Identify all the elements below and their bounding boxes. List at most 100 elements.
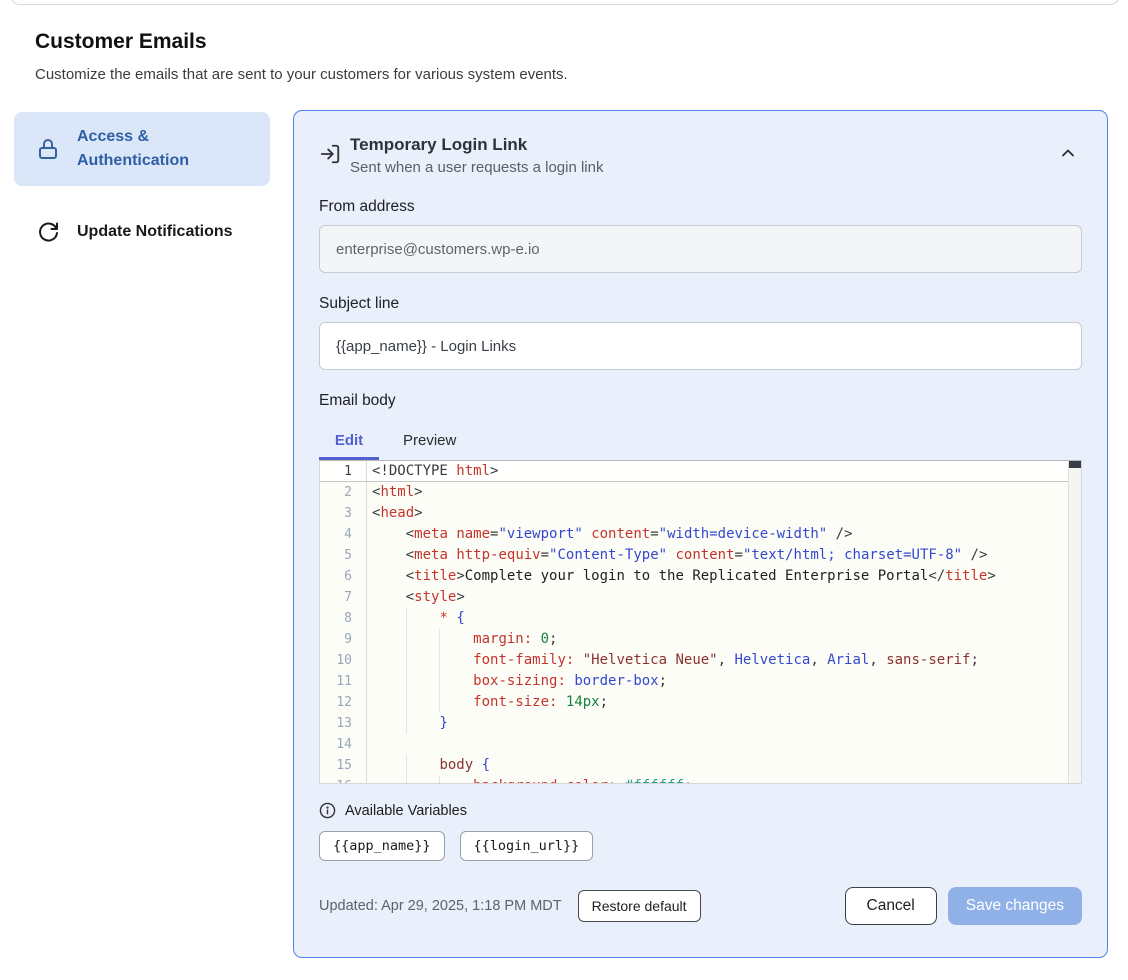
login-icon bbox=[319, 143, 341, 165]
code-line: 9 margin: 0; bbox=[320, 629, 1068, 650]
available-variables-label: Available Variables bbox=[345, 803, 467, 819]
page-title: Customer Emails bbox=[35, 30, 207, 54]
code-content: <meta http-equiv="Content-Type" content=… bbox=[367, 545, 1068, 566]
code-line: 5 <meta http-equiv="Content-Type" conten… bbox=[320, 545, 1068, 566]
card-subtitle: Sent when a user requests a login link bbox=[350, 159, 603, 176]
sidebar-item-access-authentication[interactable]: Access & Authentication bbox=[14, 112, 270, 186]
code-content: <head> bbox=[367, 503, 1068, 524]
code-content: <!DOCTYPE html> bbox=[367, 461, 1068, 481]
line-number: 16 bbox=[320, 776, 367, 784]
code-line: 2<html> bbox=[320, 482, 1068, 503]
line-number: 10 bbox=[320, 650, 367, 671]
save-changes-button[interactable]: Save changes bbox=[948, 887, 1082, 925]
line-number: 8 bbox=[320, 608, 367, 629]
code-content: body { bbox=[367, 755, 1068, 776]
code-content: font-size: 14px; bbox=[367, 692, 1068, 713]
editor-scrollbar[interactable] bbox=[1068, 461, 1081, 783]
code-line: 8 * { bbox=[320, 608, 1068, 629]
code-line: 16 background-color: #ffffff; bbox=[320, 776, 1068, 784]
available-variables-header: Available Variables bbox=[319, 802, 1082, 819]
temporary-login-link-card: Temporary Login Link Sent when a user re… bbox=[293, 110, 1108, 958]
code-line: 11 box-sizing: border-box; bbox=[320, 671, 1068, 692]
tab-edit[interactable]: Edit bbox=[319, 424, 379, 460]
card-header-text: Temporary Login Link Sent when a user re… bbox=[350, 135, 603, 176]
indent-guide bbox=[406, 713, 407, 734]
line-number: 14 bbox=[320, 734, 367, 755]
code-line: 1<!DOCTYPE html> bbox=[320, 461, 1068, 482]
code-line: 12 font-size: 14px; bbox=[320, 692, 1068, 713]
line-number: 3 bbox=[320, 503, 367, 524]
code-content: font-family: "Helvetica Neue", Helvetica… bbox=[367, 650, 1068, 671]
indent-guide bbox=[406, 776, 407, 784]
indent-guide bbox=[406, 671, 407, 692]
card-header: Temporary Login Link Sent when a user re… bbox=[319, 135, 1082, 176]
from-address-label: From address bbox=[319, 198, 1082, 216]
subject-line-input[interactable] bbox=[319, 322, 1082, 370]
code-content: box-sizing: border-box; bbox=[367, 671, 1068, 692]
scrollbar-thumb[interactable] bbox=[1069, 461, 1081, 468]
code-line: 15 body { bbox=[320, 755, 1068, 776]
line-number: 15 bbox=[320, 755, 367, 776]
line-number: 4 bbox=[320, 524, 367, 545]
sidebar-item-label: Update Notifications bbox=[77, 220, 233, 244]
code-content: <html> bbox=[367, 482, 1068, 503]
indent-guide bbox=[406, 755, 407, 776]
code-line: 13 } bbox=[320, 713, 1068, 734]
code-line: 4 <meta name="viewport" content="width=d… bbox=[320, 524, 1068, 545]
variable-chip-login-url[interactable]: {{login_url}} bbox=[460, 831, 594, 861]
variable-chips: {{app_name}} {{login_url}} bbox=[319, 831, 1082, 861]
lock-icon bbox=[36, 137, 60, 161]
line-number: 2 bbox=[320, 482, 367, 503]
code-content: <style> bbox=[367, 587, 1068, 608]
code-content bbox=[367, 734, 1068, 755]
from-address-input[interactable] bbox=[319, 225, 1082, 273]
indent-guide bbox=[439, 776, 440, 784]
chevron-up-icon bbox=[1058, 143, 1082, 163]
previous-card-bottom-edge bbox=[10, 0, 1120, 5]
indent-guide bbox=[439, 650, 440, 671]
indent-guide bbox=[439, 692, 440, 713]
indent-guide bbox=[406, 692, 407, 713]
line-number: 13 bbox=[320, 713, 367, 734]
line-number: 11 bbox=[320, 671, 367, 692]
code-content: <title>Complete your login to the Replic… bbox=[367, 566, 1068, 587]
code-line: 3<head> bbox=[320, 503, 1068, 524]
card-title: Temporary Login Link bbox=[350, 135, 603, 155]
code-line: 6 <title>Complete your login to the Repl… bbox=[320, 566, 1068, 587]
line-number: 7 bbox=[320, 587, 367, 608]
cancel-button[interactable]: Cancel bbox=[845, 887, 937, 925]
variable-chip-app-name[interactable]: {{app_name}} bbox=[319, 831, 445, 861]
updated-timestamp: Updated: Apr 29, 2025, 1:18 PM MDT bbox=[319, 898, 562, 914]
page-subtitle: Customize the emails that are sent to yo… bbox=[35, 66, 568, 83]
email-body-tabs: Edit Preview bbox=[319, 424, 1082, 460]
restore-default-button[interactable]: Restore default bbox=[578, 890, 701, 922]
code-content: <meta name="viewport" content="width=dev… bbox=[367, 524, 1068, 545]
code-content: background-color: #ffffff; bbox=[367, 776, 1068, 784]
code-line: 10 font-family: "Helvetica Neue", Helvet… bbox=[320, 650, 1068, 671]
refresh-icon bbox=[36, 220, 60, 244]
info-icon bbox=[319, 802, 336, 819]
email-body-label: Email body bbox=[319, 392, 1082, 410]
code-editor[interactable]: 1<!DOCTYPE html>2<html>3<head>4 <meta na… bbox=[319, 460, 1082, 784]
customer-emails-page: Customer Emails Customize the emails tha… bbox=[0, 0, 1128, 980]
code-area: 1<!DOCTYPE html>2<html>3<head>4 <meta na… bbox=[320, 461, 1068, 784]
sidebar-item-label: Access & Authentication bbox=[77, 125, 217, 173]
indent-guide bbox=[439, 671, 440, 692]
line-number: 5 bbox=[320, 545, 367, 566]
collapse-button[interactable] bbox=[1058, 141, 1082, 165]
code-content: } bbox=[367, 713, 1068, 734]
card-footer: Updated: Apr 29, 2025, 1:18 PM MDT Resto… bbox=[319, 887, 1082, 925]
subject-line-label: Subject line bbox=[319, 295, 1082, 313]
indent-guide bbox=[406, 608, 407, 629]
sidebar-item-update-notifications[interactable]: Update Notifications bbox=[14, 212, 270, 252]
code-line: 7 <style> bbox=[320, 587, 1068, 608]
indent-guide bbox=[406, 650, 407, 671]
email-types-sidebar: Access & Authentication Update Notificati… bbox=[14, 112, 270, 252]
line-number: 1 bbox=[320, 461, 367, 481]
tab-preview[interactable]: Preview bbox=[393, 424, 466, 460]
code-content: * { bbox=[367, 608, 1068, 629]
line-number: 6 bbox=[320, 566, 367, 587]
code-line: 14 bbox=[320, 734, 1068, 755]
indent-guide bbox=[406, 629, 407, 650]
line-number: 12 bbox=[320, 692, 367, 713]
